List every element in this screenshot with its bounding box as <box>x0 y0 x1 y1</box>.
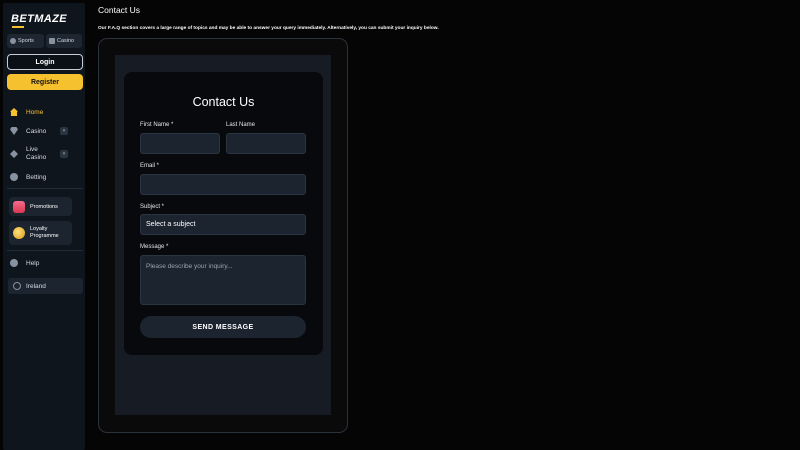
sidebar-divider <box>7 188 83 189</box>
page-description: Our F.A.Q section covers a large range o… <box>98 26 439 31</box>
brand-logo[interactable]: BETMAZE <box>11 13 67 25</box>
sidebar: BETMAZE Sports Casino Login Register Hom… <box>3 3 85 450</box>
sidebar-item-casino[interactable]: Casino <box>10 127 46 135</box>
subject-select[interactable]: Select a subject <box>140 214 306 235</box>
sidebar-item-label: Promotions <box>30 203 58 210</box>
email-field[interactable] <box>140 174 306 195</box>
country-selector[interactable]: Ireland <box>8 278 83 294</box>
login-button[interactable]: Login <box>7 54 83 70</box>
sidebar-item-label: Betting <box>26 173 47 181</box>
send-message-button[interactable]: SEND MESSAGE <box>140 316 306 338</box>
globe-icon <box>13 282 21 290</box>
sidebar-item-label: Casino <box>26 127 47 135</box>
coin-icon <box>13 227 25 239</box>
live-casino-icon <box>10 150 18 158</box>
chevron-down-icon[interactable]: ▾ <box>60 150 68 158</box>
sidebar-item-loyalty[interactable]: Loyalty Programme <box>9 221 72 245</box>
sidebar-item-label: Home <box>26 108 44 116</box>
sidebar-item-help[interactable]: Help <box>10 259 39 267</box>
email-label: Email * <box>140 163 160 169</box>
casino-pill[interactable]: Casino <box>46 34 82 48</box>
last-name-label: Last Name <box>226 122 256 128</box>
sidebar-item-betting[interactable]: Betting <box>10 173 46 181</box>
loyalty-label-line1: Loyalty <box>30 226 48 232</box>
first-name-label: First Name * <box>140 122 174 128</box>
help-icon <box>10 259 18 267</box>
live-label-line2: Casino <box>26 154 47 161</box>
last-name-field[interactable] <box>226 133 306 154</box>
gift-icon <box>13 200 25 213</box>
sidebar-item-promotions[interactable]: Promotions <box>9 197 72 216</box>
message-textarea[interactable]: Please describe your inquiry... <box>140 255 306 305</box>
sidebar-item-label: Live Casino <box>26 146 46 162</box>
sidebar-item-label: Help <box>26 259 40 267</box>
logo-accent <box>12 26 24 28</box>
sidebar-item-live-casino[interactable]: Live Casino <box>10 146 46 162</box>
loyalty-label-line2: Programme <box>30 233 59 239</box>
page-title: Contact Us <box>98 5 141 15</box>
sports-label: Sports <box>18 38 34 44</box>
sports-pill[interactable]: Sports <box>7 34 44 48</box>
sports-icon <box>10 38 16 44</box>
sidebar-item-home[interactable]: Home <box>10 108 43 116</box>
register-button[interactable]: Register <box>7 74 83 90</box>
sidebar-item-label: Loyalty Programme <box>30 226 59 240</box>
country-label: Ireland <box>26 282 46 290</box>
sidebar-divider <box>7 250 83 251</box>
live-label-line1: Live <box>26 146 38 153</box>
betting-icon <box>10 173 18 181</box>
chevron-down-icon[interactable]: ▾ <box>60 127 68 135</box>
subject-label: Subject * <box>140 204 165 210</box>
message-label: Message * <box>140 244 169 250</box>
casino-icon <box>10 127 18 135</box>
home-icon <box>10 108 18 116</box>
form-title: Contact Us <box>192 95 255 109</box>
casino-pill-icon <box>49 38 55 44</box>
first-name-field[interactable] <box>140 133 220 154</box>
casino-pill-label: Casino <box>57 38 75 44</box>
